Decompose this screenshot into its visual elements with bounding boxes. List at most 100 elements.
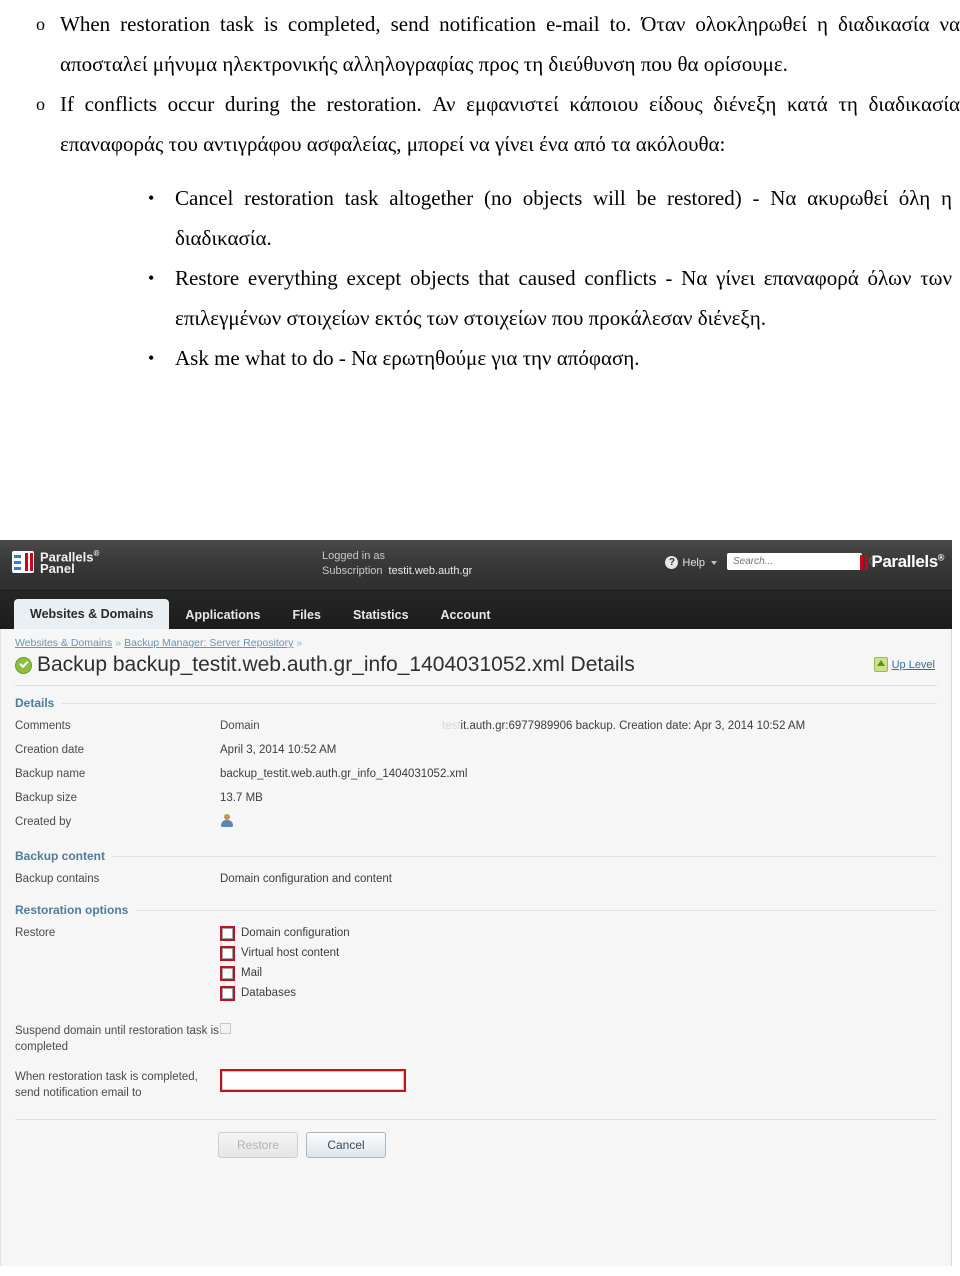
restore-checkbox-list: Domain configuration Virtual host conten… bbox=[220, 925, 937, 1001]
up-arrow-icon bbox=[873, 657, 888, 672]
section-rule bbox=[113, 855, 937, 857]
section-label: Backup content bbox=[15, 849, 106, 863]
field-label: Creation date bbox=[15, 744, 85, 756]
field-label: Restore bbox=[15, 927, 56, 939]
document-text-region: o When restoration task is completed, se… bbox=[0, 0, 960, 378]
checkbox-virtual-host-content[interactable] bbox=[222, 947, 233, 959]
list-marker: • bbox=[148, 348, 155, 368]
red-highlight-box bbox=[220, 1069, 406, 1092]
red-highlight-box bbox=[220, 965, 235, 981]
panel-checklist-icon bbox=[12, 550, 34, 573]
list-item: • Cancel restoration task altogether (no… bbox=[0, 178, 960, 258]
section-header-restoration-options: Restoration options bbox=[15, 903, 937, 917]
field-row-backup-size: Backup size 13.7 MB bbox=[15, 790, 937, 806]
list-item-text: Ask me what to do - Να ερωτηθούμε για τη… bbox=[175, 346, 640, 370]
list-item-text: If conflicts occur during the restoratio… bbox=[60, 92, 960, 156]
subscription-value: testit.web.auth.gr bbox=[388, 565, 473, 577]
tab-applications[interactable]: Applications bbox=[169, 601, 276, 629]
parallels-bars-icon bbox=[860, 554, 869, 570]
field-row-creation-date: Creation date April 3, 2014 10:52 AM bbox=[15, 742, 937, 758]
brand-registered-mark: ® bbox=[93, 549, 100, 558]
tab-websites-and-domains[interactable]: Websites & Domains bbox=[14, 599, 170, 629]
outline-level-2-list: • Cancel restoration task altogether (no… bbox=[0, 178, 960, 378]
page-title: Backup backup_testit.web.auth.gr_info_14… bbox=[37, 653, 635, 676]
page-content: Websites & Domains» Backup Manager: Serve… bbox=[0, 629, 952, 1266]
list-item: • Restore everything except objects that… bbox=[0, 258, 960, 338]
list-marker: o bbox=[36, 94, 45, 114]
action-button-row: Restore Cancel bbox=[218, 1132, 951, 1158]
tab-files[interactable]: Files bbox=[276, 601, 337, 629]
section-label: Restoration options bbox=[15, 903, 129, 917]
checkbox-label: Virtual host content bbox=[241, 947, 340, 959]
field-value bbox=[220, 1069, 937, 1092]
checkbox-row-databases[interactable]: Databases bbox=[220, 985, 937, 1001]
breadcrumb-separator: » bbox=[296, 637, 303, 649]
red-highlight-box bbox=[220, 925, 235, 941]
field-value bbox=[220, 814, 937, 833]
field-row-notification-email: When restoration task is completed, send… bbox=[15, 1069, 937, 1101]
field-row-suspend-domain: Suspend domain until restoration task is… bbox=[15, 1023, 937, 1055]
red-highlight-box bbox=[220, 945, 235, 961]
checkbox-row-domain-configuration[interactable]: Domain configuration bbox=[220, 925, 937, 941]
checkbox-domain-configuration[interactable] bbox=[222, 927, 233, 939]
logged-in-info: Logged in as Subscription testit.web.auth… bbox=[322, 549, 472, 579]
search-box[interactable] bbox=[727, 553, 877, 570]
checkbox-mail[interactable] bbox=[222, 967, 233, 979]
breadcrumb-item-backup-manager[interactable]: Backup Manager: Server Repository bbox=[124, 637, 293, 649]
comments-faded-text: test bbox=[442, 720, 461, 732]
section-header-backup-content: Backup content bbox=[15, 849, 937, 863]
list-item-text: Cancel restoration task altogether (no o… bbox=[175, 186, 952, 250]
breadcrumb: Websites & Domains» Backup Manager: Serve… bbox=[1, 629, 951, 651]
section-rule bbox=[62, 702, 937, 704]
field-value bbox=[220, 1023, 937, 1039]
list-item: • Ask me what to do - Να ερωτηθούμε για … bbox=[0, 338, 960, 378]
parallels-panel-screenshot: Parallels® Panel Logged in as Subscripti… bbox=[0, 540, 952, 1266]
breadcrumb-separator: » bbox=[115, 637, 122, 649]
field-value: backup_testit.web.auth.gr_info_140403105… bbox=[220, 768, 468, 780]
checkbox-row-mail[interactable]: Mail bbox=[220, 965, 937, 981]
restore-button[interactable]: Restore bbox=[218, 1132, 298, 1158]
field-label: Backup name bbox=[15, 768, 86, 780]
logged-in-as-label: Logged in as bbox=[322, 550, 385, 562]
green-check-circle-icon bbox=[15, 656, 32, 674]
page-title-row: Backup backup_testit.web.auth.gr_info_14… bbox=[1, 651, 951, 677]
field-label: Comments bbox=[15, 720, 71, 732]
app-header: Parallels® Panel Logged in as Subscripti… bbox=[0, 540, 952, 591]
help-menu[interactable]: ? Help bbox=[665, 556, 717, 569]
up-level-link[interactable]: Up Level bbox=[873, 657, 935, 672]
list-item-text: Restore everything except objects that c… bbox=[175, 266, 952, 330]
title-divider bbox=[15, 685, 937, 686]
field-label: Created by bbox=[15, 816, 72, 828]
checkbox-suspend-domain[interactable] bbox=[220, 1023, 231, 1034]
cancel-button[interactable]: Cancel bbox=[306, 1132, 386, 1158]
up-level-label[interactable]: Up Level bbox=[892, 659, 935, 671]
field-row-restore-checkboxes: Restore Domain configuration Virtual hos… bbox=[15, 925, 937, 1001]
brand-text: Parallels® Panel bbox=[40, 548, 99, 575]
field-row-backup-name: Backup name backup_testit.web.auth.gr_in… bbox=[15, 766, 937, 782]
field-label: When restoration task is completed, send… bbox=[15, 1071, 198, 1099]
field-value: Domain testit.auth.gr:6977989906 backup. … bbox=[220, 718, 937, 734]
parallels-panel-logo[interactable]: Parallels® Panel bbox=[12, 548, 99, 575]
search-input[interactable] bbox=[731, 555, 869, 568]
field-row-created-by: Created by bbox=[15, 814, 937, 833]
breadcrumb-item-websites-and-domains[interactable]: Websites & Domains bbox=[15, 637, 112, 649]
list-item: o If conflicts occur during the restorat… bbox=[0, 84, 960, 164]
comments-main-text: it.auth.gr:6977989906 backup. Creation d… bbox=[460, 720, 806, 732]
main-tab-bar: Websites & Domains Applications Files St… bbox=[0, 591, 952, 629]
checkbox-label: Domain configuration bbox=[241, 927, 350, 939]
field-value: April 3, 2014 10:52 AM bbox=[220, 744, 337, 756]
tab-account[interactable]: Account bbox=[425, 601, 507, 629]
field-label: Suspend domain until restoration task is… bbox=[15, 1025, 219, 1053]
notification-email-input[interactable] bbox=[222, 1071, 404, 1090]
red-highlight-box bbox=[220, 985, 235, 1001]
question-mark-icon: ? bbox=[665, 556, 679, 569]
checkbox-row-virtual-host-content[interactable]: Virtual host content bbox=[220, 945, 937, 961]
list-item: o When restoration task is completed, se… bbox=[0, 4, 960, 84]
tab-statistics[interactable]: Statistics bbox=[337, 601, 425, 629]
list-item-text: When restoration task is completed, send… bbox=[60, 12, 960, 76]
list-marker: • bbox=[148, 188, 155, 208]
help-label: Help bbox=[682, 556, 705, 569]
checkbox-databases[interactable] bbox=[222, 987, 233, 999]
checkbox-label: Databases bbox=[241, 987, 296, 999]
checkbox-label: Mail bbox=[241, 967, 263, 979]
